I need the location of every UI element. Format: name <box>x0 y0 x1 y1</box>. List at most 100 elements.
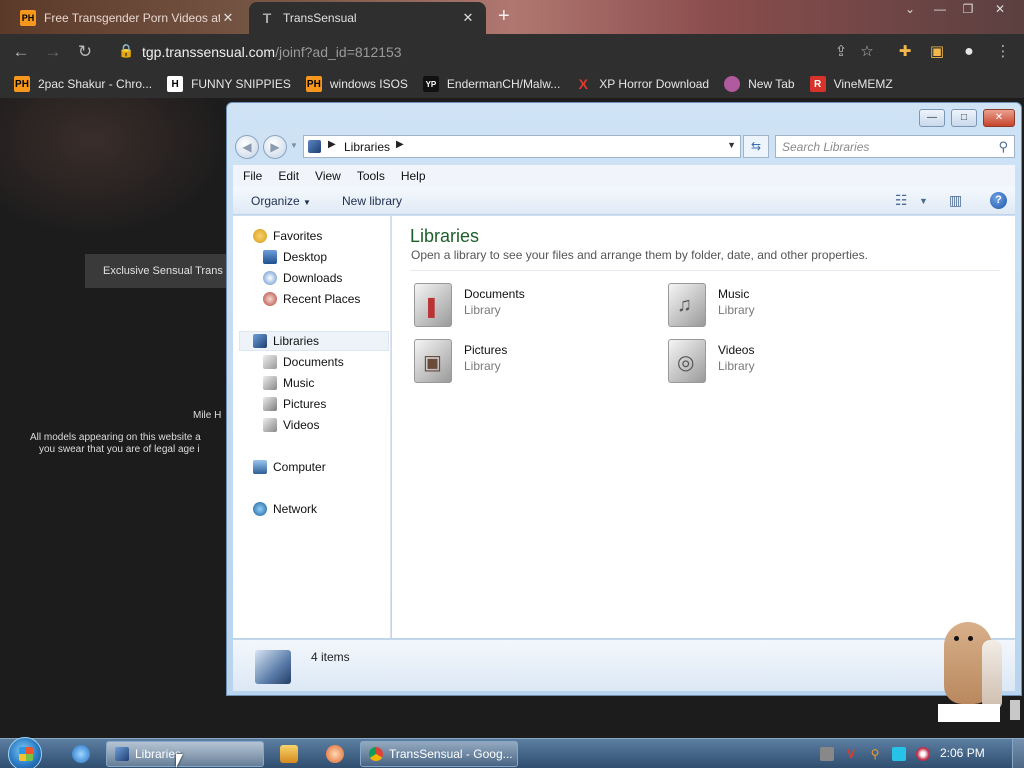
nav-videos[interactable]: Videos <box>263 415 319 435</box>
tab-close-icon[interactable]: ✕ <box>460 10 476 26</box>
browser-tab-strip: PH Free Transgender Porn Videos at ✕ T T… <box>0 0 1024 34</box>
chrome-menu-icon[interactable]: ⋮ <box>992 41 1014 63</box>
libraries-icon <box>115 747 129 761</box>
tray-volume-icon[interactable] <box>916 747 930 761</box>
divider <box>410 270 1000 271</box>
menu-help[interactable]: Help <box>401 169 426 183</box>
back-button-icon[interactable]: ◀ <box>235 135 259 159</box>
taskbar-libraries[interactable]: Libraries <box>106 741 264 767</box>
nav-pictures[interactable]: Pictures <box>263 394 326 414</box>
libraries-icon <box>253 334 267 348</box>
help-icon[interactable]: ? <box>990 192 1007 209</box>
search-input[interactable] <box>776 136 986 157</box>
menu-edit[interactable]: Edit <box>278 169 299 183</box>
pornhub-favicon-icon: PH <box>14 76 30 92</box>
refresh-button[interactable]: ⇆ <box>743 135 769 158</box>
nav-favorites[interactable]: Favorites <box>253 226 322 246</box>
library-documents[interactable]: ❚ Documents Library <box>410 280 640 330</box>
forward-arrow-icon[interactable]: → <box>42 41 64 63</box>
forward-button-icon[interactable]: ▶ <box>263 135 287 159</box>
menu-tools[interactable]: Tools <box>357 169 385 183</box>
recent-pages-chevron-icon[interactable]: ▼ <box>290 141 298 150</box>
item-count: 4 items <box>311 650 350 664</box>
clock[interactable]: 2:06 PM <box>940 746 985 760</box>
bookmark-star-icon[interactable]: ☆ <box>856 41 878 63</box>
chrome-icon <box>369 747 383 761</box>
restore-icon[interactable]: ❐ <box>954 0 982 20</box>
maximize-button[interactable]: □ <box>951 109 977 127</box>
bonzi-app-icon[interactable] <box>326 745 344 763</box>
browser-toolbar: ← → ↻ 🔒 tgp.transsensual.com/joinf?ad_id… <box>0 34 1024 70</box>
gopher-desktop-pet[interactable] <box>938 612 1008 722</box>
internet-explorer-icon[interactable] <box>72 745 90 763</box>
back-arrow-icon[interactable]: ← <box>10 41 32 63</box>
tray-app-icon[interactable] <box>820 747 834 761</box>
extensions-puzzle-icon[interactable]: ✚ <box>894 41 916 63</box>
tab-close-icon[interactable]: ✕ <box>220 10 236 26</box>
new-tab-button[interactable]: + <box>498 6 510 26</box>
change-view-icon[interactable]: ☷ <box>895 192 908 209</box>
explorer-address-bar[interactable]: ▶ Libraries ▶ ▼ <box>303 135 741 158</box>
documents-library-icon: ❚ <box>414 283 452 327</box>
libraries-large-icon <box>255 650 291 684</box>
new-library-button[interactable]: New library <box>342 194 402 208</box>
side-panel-icon[interactable]: ▣ <box>926 41 948 63</box>
tray-search-icon[interactable]: ⚲ <box>868 747 882 761</box>
taskbar-chrome[interactable]: TransSensual - Goog... <box>360 741 518 767</box>
reload-icon[interactable]: ↻ <box>74 41 96 63</box>
new-tab-favicon-icon <box>724 76 741 92</box>
breadcrumb-arrow-icon[interactable]: ▶ <box>328 139 336 150</box>
details-pane: 4 items <box>233 639 1015 691</box>
media-player-icon[interactable] <box>280 745 298 763</box>
search-icon[interactable]: ⚲ <box>998 139 1008 155</box>
nav-music[interactable]: Music <box>263 373 314 393</box>
start-button[interactable] <box>8 737 42 768</box>
view-dropdown-icon[interactable]: ▼ <box>919 196 928 206</box>
bookmark-vinememz[interactable]: R VineMEMZ <box>809 76 893 92</box>
minimize-icon[interactable]: — <box>926 0 954 20</box>
url-text[interactable]: tgp.transsensual.com/joinf?ad_id=812153 <box>142 44 402 60</box>
search-box[interactable]: ⚲ <box>775 135 1015 158</box>
bookmark-xp-horror[interactable]: X XP Horror Download <box>575 76 710 92</box>
library-videos[interactable]: ◎ Videos Library <box>664 336 894 386</box>
nav-network[interactable]: Network <box>253 499 317 519</box>
lock-icon[interactable]: 🔒 <box>118 43 134 59</box>
browser-tab-active[interactable]: T TransSensual ✕ <box>249 2 486 34</box>
close-window-icon[interactable]: ✕ <box>986 0 1014 20</box>
tray-display-icon[interactable] <box>892 747 906 761</box>
bookmark-windows-isos[interactable]: PH windows ISOS <box>305 76 408 92</box>
preview-pane-icon[interactable]: ▥ <box>949 192 962 209</box>
menu-view[interactable]: View <box>315 169 341 183</box>
music-library-icon <box>263 376 277 390</box>
address-bar[interactable]: 🔒 tgp.transsensual.com/joinf?ad_id=81215… <box>108 39 888 65</box>
show-desktop-button[interactable] <box>1012 739 1024 768</box>
menu-file[interactable]: File <box>243 169 262 183</box>
explorer-window: — □ ✕ ◀ ▶ ▼ ▶ Libraries ▶ ▼ ⇆ ⚲ File Edi… <box>226 102 1022 696</box>
bookmark-new-tab[interactable]: New Tab <box>724 76 795 92</box>
nav-recent-places[interactable]: Recent Places <box>263 289 360 309</box>
nav-desktop[interactable]: Desktop <box>263 247 327 267</box>
breadcrumb-libraries[interactable]: Libraries <box>344 140 390 154</box>
minimize-button[interactable]: — <box>919 109 945 127</box>
organize-button[interactable]: Organize ▼ <box>251 194 311 208</box>
tab-search-chevron-icon[interactable]: ⌄ <box>896 0 924 20</box>
bookmark-funny-snippies[interactable]: H FUNNY SNIPPIES <box>167 76 291 92</box>
breadcrumb-arrow-icon[interactable]: ▶ <box>396 139 404 150</box>
bookmark-2pac[interactable]: PH 2pac Shakur - Chro... <box>14 76 152 92</box>
hero-image <box>0 98 230 238</box>
nav-documents[interactable]: Documents <box>263 352 344 372</box>
address-dropdown-icon[interactable]: ▼ <box>727 140 736 150</box>
library-pictures[interactable]: ▣ Pictures Library <box>410 336 640 386</box>
browser-tab-inactive[interactable]: PH Free Transgender Porn Videos at ✕ <box>10 2 246 34</box>
profile-avatar-icon[interactable]: ● <box>958 41 980 63</box>
bookmark-endermanch[interactable]: YP EndermanCH/Malw... <box>422 76 560 92</box>
close-button[interactable]: ✕ <box>983 109 1015 127</box>
tray-v-icon[interactable]: V <box>844 747 858 761</box>
page-scrollbar[interactable] <box>1010 700 1020 720</box>
library-music[interactable]: ♫ Music Library <box>664 280 894 330</box>
page-banner[interactable]: Exclusive Sensual Trans I <box>85 254 235 288</box>
nav-downloads[interactable]: Downloads <box>263 268 342 288</box>
nav-libraries[interactable]: Libraries <box>239 331 389 351</box>
nav-computer[interactable]: Computer <box>253 457 326 477</box>
share-icon[interactable]: ⇪ <box>830 41 852 63</box>
